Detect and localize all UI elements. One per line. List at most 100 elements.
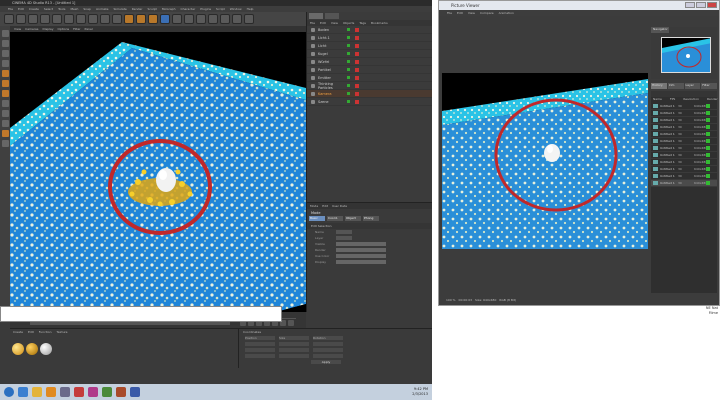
- tag-icon[interactable]: [355, 91, 359, 96]
- rot-p-field[interactable]: [313, 348, 343, 352]
- make-editable-icon[interactable]: [1, 30, 9, 37]
- menu-item-create[interactable]: Create: [29, 7, 39, 11]
- system-clock[interactable]: 9:42 PM 2/3/2013: [412, 387, 428, 396]
- viewport-menu-panel[interactable]: Panel: [85, 27, 93, 31]
- attribute-field[interactable]: [336, 254, 386, 258]
- scene-icon[interactable]: [220, 14, 230, 24]
- menu-item-mograph[interactable]: MoGraph: [162, 7, 176, 11]
- pv-tab-filter[interactable]: Filter: [701, 83, 717, 89]
- attribute-menu-mode[interactable]: Mode: [310, 204, 318, 208]
- menu-item-script[interactable]: Script: [216, 7, 225, 11]
- attribute-field[interactable]: [336, 242, 386, 246]
- menu-item-snap[interactable]: Snap: [83, 7, 91, 11]
- tag-icon[interactable]: [355, 27, 359, 32]
- keyframe-icon[interactable]: [288, 320, 294, 326]
- attribute-field[interactable]: [336, 260, 386, 264]
- history-row[interactable]: Untitled 1 30 640x480: [651, 110, 717, 117]
- minimize-button[interactable]: [685, 2, 695, 8]
- live-select-icon[interactable]: [28, 14, 38, 24]
- tag-icon[interactable]: [355, 51, 359, 56]
- render-view-icon[interactable]: [124, 14, 134, 24]
- menu-item-animate[interactable]: Animate: [96, 7, 109, 11]
- object-row[interactable]: Würfel: [307, 58, 432, 66]
- visibility-toggle[interactable]: [347, 84, 350, 87]
- tag-icon[interactable]: [355, 43, 359, 48]
- attribute-tab-coord[interactable]: Coord.: [327, 216, 343, 221]
- visibility-toggle[interactable]: [347, 92, 350, 95]
- material-white[interactable]: [40, 343, 52, 355]
- attribute-tab-phong[interactable]: Phong: [363, 216, 379, 221]
- tag-icon[interactable]: [355, 83, 359, 88]
- material-menu-create[interactable]: Create: [13, 330, 23, 334]
- object-row[interactable]: Thinking Particles: [307, 82, 432, 90]
- history-row[interactable]: Untitled 1 30 640x480: [651, 180, 717, 187]
- history-row[interactable]: Untitled 1 30 640x480: [651, 145, 717, 152]
- lock-workplane-icon[interactable]: [1, 140, 9, 147]
- viewport[interactable]: [10, 32, 306, 312]
- menu-item-tools[interactable]: Tools: [58, 7, 65, 11]
- snap-icon[interactable]: [1, 120, 9, 127]
- array-icon[interactable]: [196, 14, 206, 24]
- history-column-resolution[interactable]: Resolution: [683, 97, 699, 103]
- pos-x-field[interactable]: [245, 342, 275, 346]
- light-icon[interactable]: [244, 14, 254, 24]
- subdivision-icon[interactable]: [184, 14, 194, 24]
- render-settings-icon[interactable]: [148, 14, 158, 24]
- enable-axis-icon[interactable]: [1, 100, 9, 107]
- viewport-menu-options[interactable]: Options: [58, 27, 70, 31]
- visibility-toggle[interactable]: [347, 36, 350, 39]
- material-menu-texture[interactable]: Texture: [57, 330, 68, 334]
- object-row[interactable]: Boden: [307, 26, 432, 34]
- pv-tab-history[interactable]: History: [651, 83, 667, 89]
- x-axis-icon[interactable]: [76, 14, 86, 24]
- coordinate-system-icon[interactable]: [112, 14, 122, 24]
- rot-b-field[interactable]: [313, 354, 343, 358]
- attribute-field[interactable]: [336, 248, 386, 252]
- polygons-mode-icon[interactable]: [1, 90, 9, 97]
- viewport-menu-cameras[interactable]: Cameras: [25, 27, 38, 31]
- app-icon[interactable]: [88, 387, 98, 397]
- tag-icon[interactable]: [355, 35, 359, 40]
- visibility-toggle[interactable]: [347, 44, 350, 47]
- size-x-field[interactable]: [279, 342, 309, 346]
- camera-icon[interactable]: [232, 14, 242, 24]
- attribute-field[interactable]: [336, 230, 352, 234]
- menu-item-help[interactable]: Help: [247, 7, 254, 11]
- pen-icon[interactable]: [172, 14, 182, 24]
- pv-menu-view[interactable]: View: [468, 11, 475, 15]
- opera-icon[interactable]: [74, 387, 84, 397]
- viewport-menu-display[interactable]: Display: [42, 27, 53, 31]
- object-row[interactable]: Partikel: [307, 66, 432, 74]
- history-column-name[interactable]: Name: [653, 97, 662, 103]
- rendered-image[interactable]: [442, 73, 648, 249]
- scale-icon[interactable]: [52, 14, 62, 24]
- tag-icon[interactable]: [355, 75, 359, 80]
- menu-item-edit[interactable]: Edit: [18, 7, 24, 11]
- tab-structure[interactable]: [325, 13, 339, 19]
- viewport-menu-view[interactable]: View: [14, 27, 21, 31]
- visibility-toggle[interactable]: [347, 76, 350, 79]
- workplane-icon[interactable]: [1, 130, 9, 137]
- navigator-tab[interactable]: Navigator: [651, 27, 669, 33]
- cinema4d-taskbar-icon[interactable]: [60, 387, 70, 397]
- history-row[interactable]: Untitled 1 30 640x480: [651, 103, 717, 110]
- points-mode-icon[interactable]: [1, 70, 9, 77]
- material-menu-edit[interactable]: Edit: [28, 330, 34, 334]
- zoom-level[interactable]: 100 %: [446, 298, 456, 302]
- material-yellow[interactable]: [26, 343, 38, 355]
- history-row[interactable]: Untitled 1 30 640x480: [651, 166, 717, 173]
- history-column-fps[interactable]: FPS: [670, 97, 675, 103]
- tag-icon[interactable]: [355, 67, 359, 72]
- object-menu-tags[interactable]: Tags: [359, 21, 366, 25]
- pos-y-field[interactable]: [245, 348, 275, 352]
- rot-h-field[interactable]: [313, 342, 343, 346]
- undo-icon[interactable]: [4, 14, 14, 24]
- object-row[interactable]: Licht.1: [307, 34, 432, 42]
- photoshop-icon[interactable]: [130, 387, 140, 397]
- pv-menu-edit[interactable]: Edit: [457, 11, 463, 15]
- menu-item-file[interactable]: File: [8, 7, 13, 11]
- material-gold[interactable]: [12, 343, 24, 355]
- attribute-menu-edit[interactable]: Edit: [322, 204, 328, 208]
- visibility-toggle[interactable]: [347, 100, 350, 103]
- viewport-menu-filter[interactable]: Filter: [73, 27, 80, 31]
